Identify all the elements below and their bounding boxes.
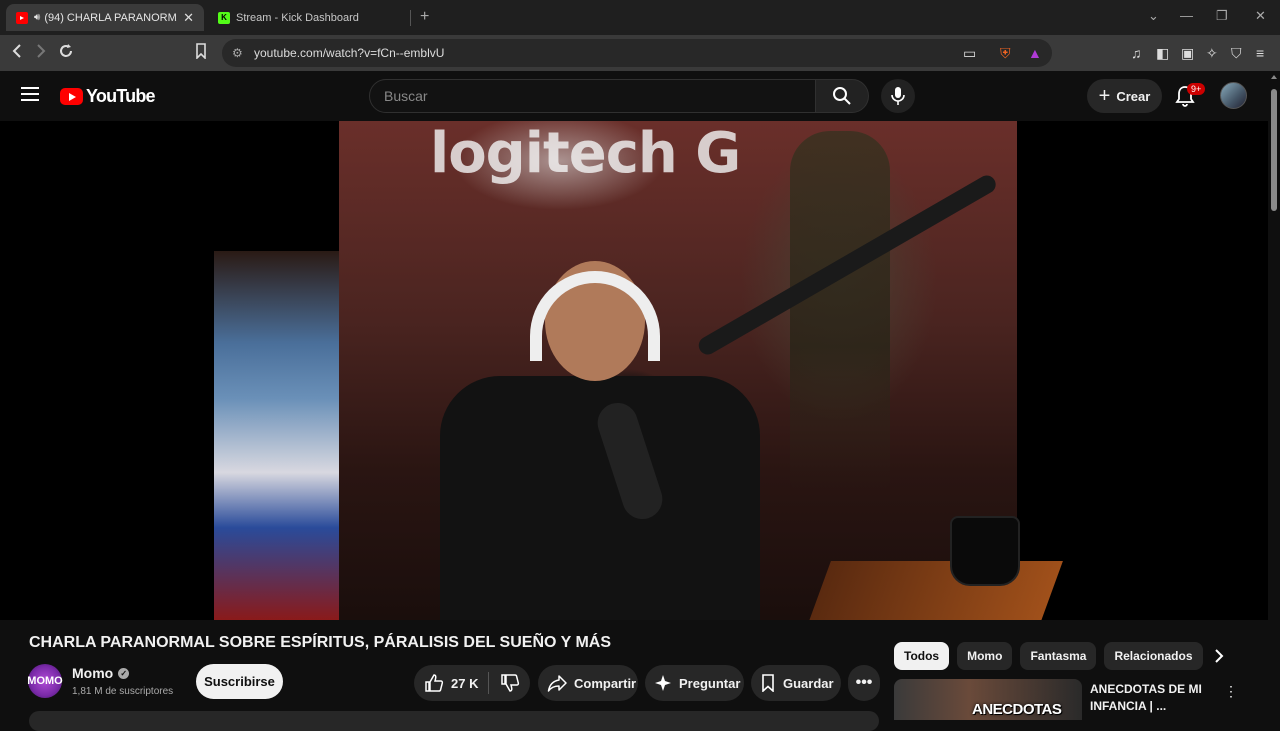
- close-tab-icon[interactable]: ✕: [183, 10, 194, 26]
- subscribe-button[interactable]: Suscribirse: [196, 664, 283, 699]
- leo-ai-icon[interactable]: ✧: [1206, 45, 1218, 62]
- search-placeholder: Buscar: [384, 88, 428, 104]
- minimize-icon[interactable]: —: [1180, 8, 1193, 23]
- description-box[interactable]: [29, 711, 879, 731]
- channel-name-link[interactable]: Momo ✓: [72, 665, 130, 681]
- back-icon[interactable]: [11, 43, 23, 64]
- close-window-icon[interactable]: ✕: [1255, 8, 1266, 24]
- tab-kick[interactable]: K Stream - Kick Dashboard: [208, 4, 408, 31]
- voice-search-button[interactable]: [881, 79, 915, 113]
- sparkle-icon: [655, 675, 671, 691]
- save-button[interactable]: Guardar: [751, 665, 841, 701]
- video-scene-left-shelf: [214, 251, 344, 620]
- new-tab-icon[interactable]: +: [420, 8, 429, 26]
- speaker-icon[interactable]: 🔊︎: [34, 12, 40, 23]
- save-bookmark-icon: [762, 674, 774, 692]
- chip-fantasma[interactable]: Fantasma: [1020, 642, 1097, 670]
- ask-button[interactable]: Preguntar: [645, 665, 744, 701]
- chip-relacionados[interactable]: Relacionados: [1104, 642, 1203, 670]
- chip-todos[interactable]: Todos: [894, 642, 950, 670]
- like-dislike-group: 27 K: [414, 665, 530, 701]
- search-icon: [833, 87, 851, 105]
- dislike-button[interactable]: [489, 673, 530, 693]
- vpn-icon[interactable]: ⛉: [1231, 45, 1242, 62]
- youtube-header: YouTube Buscar + Crear 9+: [0, 71, 1268, 121]
- recommendation-thumbnail[interactable]: ANECDOTAS: [894, 679, 1082, 720]
- scrollbar-thumb[interactable]: [1271, 89, 1277, 211]
- maximize-icon[interactable]: ❐: [1216, 8, 1228, 24]
- video-scene-figure: [790, 131, 890, 491]
- page-scrollbar[interactable]: [1268, 71, 1280, 720]
- tab-search-icon[interactable]: ⌄: [1148, 8, 1159, 24]
- channel-avatar[interactable]: MOMO: [27, 664, 63, 698]
- share-button[interactable]: Compartir: [538, 665, 638, 701]
- address-bar-row: ⚙︎ youtube.com/watch?v=fCn--emblvU ▭ ⛨ ▲…: [0, 35, 1280, 71]
- create-label: Crear: [1116, 88, 1151, 104]
- tab-title: (94) CHARLA PARANORMAL: [44, 11, 178, 24]
- more-actions-icon[interactable]: •••: [848, 665, 880, 701]
- bookmark-icon[interactable]: [195, 43, 207, 64]
- verified-badge-icon: ✓: [118, 667, 130, 679]
- reload-icon[interactable]: [58, 43, 74, 64]
- youtube-play-icon: [60, 88, 83, 105]
- video-title: CHARLA PARANORMAL SOBRE ESPÍRITUS, PÁRAL…: [29, 634, 611, 651]
- thumbs-down-icon: [500, 674, 519, 692]
- ask-label: Preguntar: [679, 675, 741, 691]
- plus-icon: +: [1098, 84, 1111, 107]
- youtube-logo[interactable]: YouTube: [60, 86, 156, 107]
- like-button[interactable]: 27 K: [414, 673, 488, 693]
- kick-favicon-icon: K: [218, 11, 230, 24]
- brave-rewards-icon[interactable]: ▲: [1028, 45, 1042, 61]
- recommendation-title[interactable]: ANECDOTAS DE MI INFANCIA | ...: [1090, 681, 1205, 715]
- share-icon: [547, 675, 567, 692]
- video-wall-logo: logitech G: [430, 121, 741, 186]
- forward-icon[interactable]: [35, 43, 47, 64]
- scroll-up-arrow-icon[interactable]: [1271, 75, 1277, 79]
- video-scene-desk: [809, 561, 1063, 620]
- tab-divider: [410, 10, 411, 26]
- thumbs-up-icon: [425, 674, 444, 692]
- like-count: 27 K: [451, 675, 479, 691]
- recommendation-more-icon[interactable]: ⋮: [1224, 683, 1238, 700]
- wallet-icon[interactable]: ▣: [1181, 45, 1194, 62]
- media-icon[interactable]: ♫: [1131, 45, 1142, 61]
- filter-chips: Todos Momo Fantasma Relacionados: [894, 642, 1203, 670]
- tab-title: Stream - Kick Dashboard: [236, 11, 359, 24]
- guide-menu-icon[interactable]: [21, 87, 39, 101]
- youtube-wordmark: YouTube: [86, 86, 156, 106]
- microphone-icon: [891, 87, 905, 105]
- video-player[interactable]: logitech G: [0, 121, 1268, 620]
- save-label: Guardar: [783, 675, 834, 691]
- brave-shields-icon[interactable]: ⛨: [1000, 45, 1011, 62]
- channel-name: Momo: [72, 665, 114, 681]
- chevron-right-icon[interactable]: [1208, 645, 1230, 667]
- thumbnail-text: ANECDOTAS: [972, 701, 1062, 718]
- menu-icon[interactable]: ≡: [1256, 45, 1264, 61]
- subscriber-count: 1,81 M de suscriptores: [72, 686, 174, 697]
- browser-tab-bar: 🔊︎ (94) CHARLA PARANORMAL ✕ K Stream - K…: [0, 0, 1280, 35]
- notifications-badge: 9+: [1187, 83, 1206, 95]
- url-text: youtube.com/watch?v=fCn--emblvU: [254, 46, 445, 60]
- tab-youtube[interactable]: 🔊︎ (94) CHARLA PARANORMAL ✕: [6, 4, 204, 31]
- youtube-favicon-icon: [16, 11, 28, 24]
- url-field[interactable]: ⚙︎ youtube.com/watch?v=fCn--emblvU: [222, 39, 1052, 67]
- sidebar-icon[interactable]: ◧: [1156, 45, 1169, 62]
- cast-icon[interactable]: ▭: [963, 45, 976, 62]
- share-label: Compartir: [574, 675, 637, 691]
- video-scene-mug: [950, 516, 1020, 586]
- account-avatar[interactable]: [1220, 82, 1247, 109]
- search-button[interactable]: [815, 79, 869, 113]
- search-input[interactable]: Buscar: [369, 79, 816, 113]
- chip-momo[interactable]: Momo: [957, 642, 1013, 670]
- create-button[interactable]: + Crear: [1087, 79, 1162, 113]
- site-settings-icon[interactable]: ⚙︎: [232, 46, 243, 60]
